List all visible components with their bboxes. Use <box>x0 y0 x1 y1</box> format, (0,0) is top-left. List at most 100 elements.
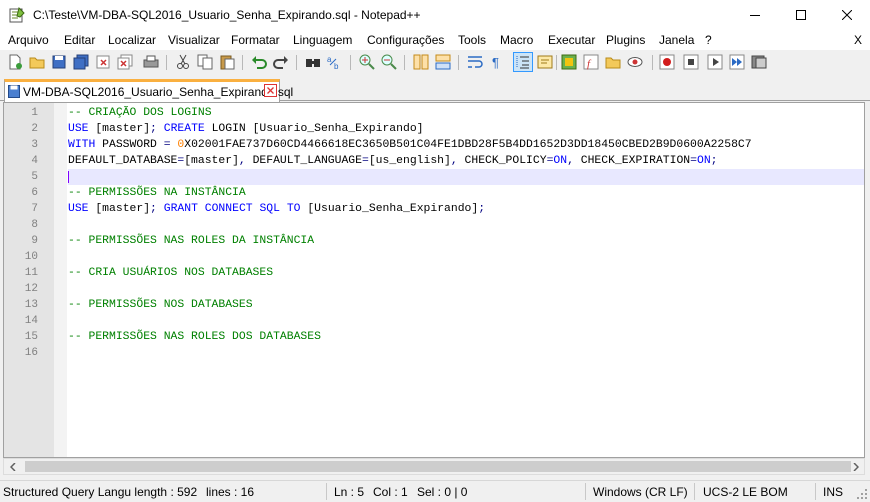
code-line[interactable] <box>68 169 864 185</box>
code-line[interactable]: -- CRIA USUÁRIOS NOS DATABASES <box>68 265 864 281</box>
play-macro-icon[interactable] <box>706 53 724 71</box>
horizontal-scrollbar[interactable] <box>3 458 865 475</box>
toolbar-separator <box>166 55 167 70</box>
indent-guide-icon[interactable] <box>513 52 533 72</box>
monitoring-icon[interactable] <box>626 53 644 71</box>
fold-margin[interactable] <box>54 103 67 457</box>
print-icon[interactable] <box>142 53 160 71</box>
zoom-in-icon[interactable] <box>358 53 376 71</box>
code-line[interactable] <box>68 249 864 265</box>
code-line[interactable]: WITH PASSWORD = 0X02001FAE737D60CD446661… <box>68 137 864 153</box>
copy-icon[interactable] <box>196 53 214 71</box>
code-line[interactable] <box>68 217 864 233</box>
record-macro-icon[interactable] <box>658 53 676 71</box>
code-line[interactable] <box>68 345 864 361</box>
close-document-button[interactable]: X <box>854 33 862 47</box>
close-all-icon[interactable] <box>116 53 134 71</box>
minimize-button[interactable] <box>732 0 778 30</box>
close-icon[interactable] <box>94 53 112 71</box>
code-line[interactable] <box>68 281 864 297</box>
code-line[interactable]: -- PERMISSÕES NAS ROLES DA INSTÂNCIA <box>68 233 864 249</box>
scroll-right-button[interactable] <box>847 459 864 474</box>
horizontal-scroll-thumb[interactable] <box>25 461 851 472</box>
close-icon <box>842 10 852 20</box>
cut-icon[interactable] <box>174 53 192 71</box>
menu-visualizar[interactable]: Visualizar <box>168 33 220 47</box>
editor-area[interactable]: 1 2 3 4 5 6 7 8 9 10 11 12 13 14 15 16 -- CRIAÇÃO DOS L… <box>3 102 865 458</box>
open-file-icon[interactable] <box>28 53 46 71</box>
menu-localizar[interactable]: Localizar <box>108 33 156 47</box>
status-insert-mode[interactable]: INS <box>823 485 843 499</box>
menu-macro[interactable]: Macro <box>500 33 533 47</box>
save-icon[interactable] <box>50 53 68 71</box>
code-line[interactable]: -- CRIAÇÃO DOS LOGINS <box>68 105 864 121</box>
code-line[interactable]: -- PERMISSÕES NA INSTÂNCIA <box>68 185 864 201</box>
menu-configuracoes[interactable]: Configurações <box>367 33 444 47</box>
notepadpp-app-icon <box>9 7 25 23</box>
word-wrap-icon[interactable] <box>466 53 484 71</box>
code-token: = <box>361 155 369 167</box>
menu-help[interactable]: ? <box>705 33 712 47</box>
save-all-icon[interactable] <box>72 53 90 71</box>
menu-tools[interactable]: Tools <box>458 33 486 47</box>
code-line[interactable]: USE [master]; CREATE LOGIN [Usuario_Senh… <box>68 121 864 137</box>
paste-icon[interactable] <box>218 53 236 71</box>
tab-close-icon[interactable] <box>264 84 277 97</box>
maximize-button[interactable] <box>778 0 824 30</box>
code-token: ON <box>553 155 568 167</box>
new-file-icon[interactable] <box>6 53 24 71</box>
status-encoding[interactable]: UCS-2 LE BOM <box>703 485 788 499</box>
undo-icon[interactable] <box>250 53 268 71</box>
stop-record-icon[interactable] <box>682 53 700 71</box>
menu-formatar[interactable]: Formatar <box>231 33 280 47</box>
menu-plugins[interactable]: Plugins <box>606 33 645 47</box>
line-number: 9 <box>31 235 38 247</box>
document-tab[interactable]: VM-DBA-SQL2016_Usuario_Senha_Expirando.s… <box>4 79 293 102</box>
find-icon[interactable] <box>304 53 322 71</box>
doc-map-icon[interactable] <box>560 53 578 71</box>
line-number: 6 <box>31 187 38 199</box>
menu-linguagem[interactable]: Linguagem <box>293 33 352 47</box>
code-view[interactable]: -- CRIAÇÃO DOS LOGINS USE [master]; CREAT… <box>68 103 864 457</box>
code-token: TO <box>286 203 301 215</box>
scroll-left-button[interactable] <box>4 459 21 474</box>
folder-workspace-icon[interactable] <box>604 53 622 71</box>
code-token: DEFAULT_LANGUAGE <box>245 155 362 167</box>
save-macro-icon[interactable] <box>750 53 768 71</box>
menu-arquivo[interactable]: Arquivo <box>8 33 49 47</box>
show-all-chars-icon[interactable]: ¶ <box>488 53 506 71</box>
language-icon[interactable] <box>536 53 554 71</box>
code-line[interactable]: USE [master]; GRANT CONNECT SQL TO [Usua… <box>68 201 864 217</box>
status-eol[interactable]: Windows (CR LF) <box>593 485 688 499</box>
run-macro-multiple-icon[interactable] <box>728 53 746 71</box>
text-cursor <box>68 171 69 183</box>
line-number: 2 <box>31 123 38 135</box>
code-line[interactable]: -- PERMISSÕES NOS DATABASES <box>68 297 864 313</box>
menu-editar[interactable]: Editar <box>64 33 95 47</box>
sync-vertical-icon[interactable] <box>412 53 430 71</box>
code-token: -- PERMISSÕES NAS ROLES DOS DATABASES <box>68 331 321 343</box>
zoom-out-icon[interactable] <box>380 53 398 71</box>
svg-text:b: b <box>334 62 339 71</box>
replace-icon[interactable]: ab <box>326 53 344 71</box>
menu-executar[interactable]: Executar <box>548 33 595 47</box>
close-window-button[interactable] <box>824 0 870 30</box>
code-token: ; <box>478 203 486 215</box>
resize-grip-icon[interactable] <box>857 489 868 500</box>
menu-janela[interactable]: Janela <box>659 33 694 47</box>
function-list-icon[interactable]: f <box>582 53 600 71</box>
code-line[interactable]: DEFAULT_DATABASE = [master], DEFAULT_LANGU… <box>68 153 864 169</box>
sync-horizontal-icon[interactable] <box>434 53 452 71</box>
code-line[interactable] <box>68 313 864 329</box>
line-number: 15 <box>24 331 38 343</box>
window-title: C:\Teste\VM-DBA-SQL2016_Usuario_Senha_Ex… <box>33 8 421 22</box>
toolbar-separator <box>404 55 405 70</box>
redo-icon[interactable] <box>272 53 290 71</box>
status-lines: lines : 16 <box>206 485 255 499</box>
svg-text:a: a <box>327 55 332 64</box>
line-number: 11 <box>24 267 38 279</box>
code-line[interactable]: -- PERMISSÕES NAS ROLES DOS DATABASES <box>68 329 864 345</box>
